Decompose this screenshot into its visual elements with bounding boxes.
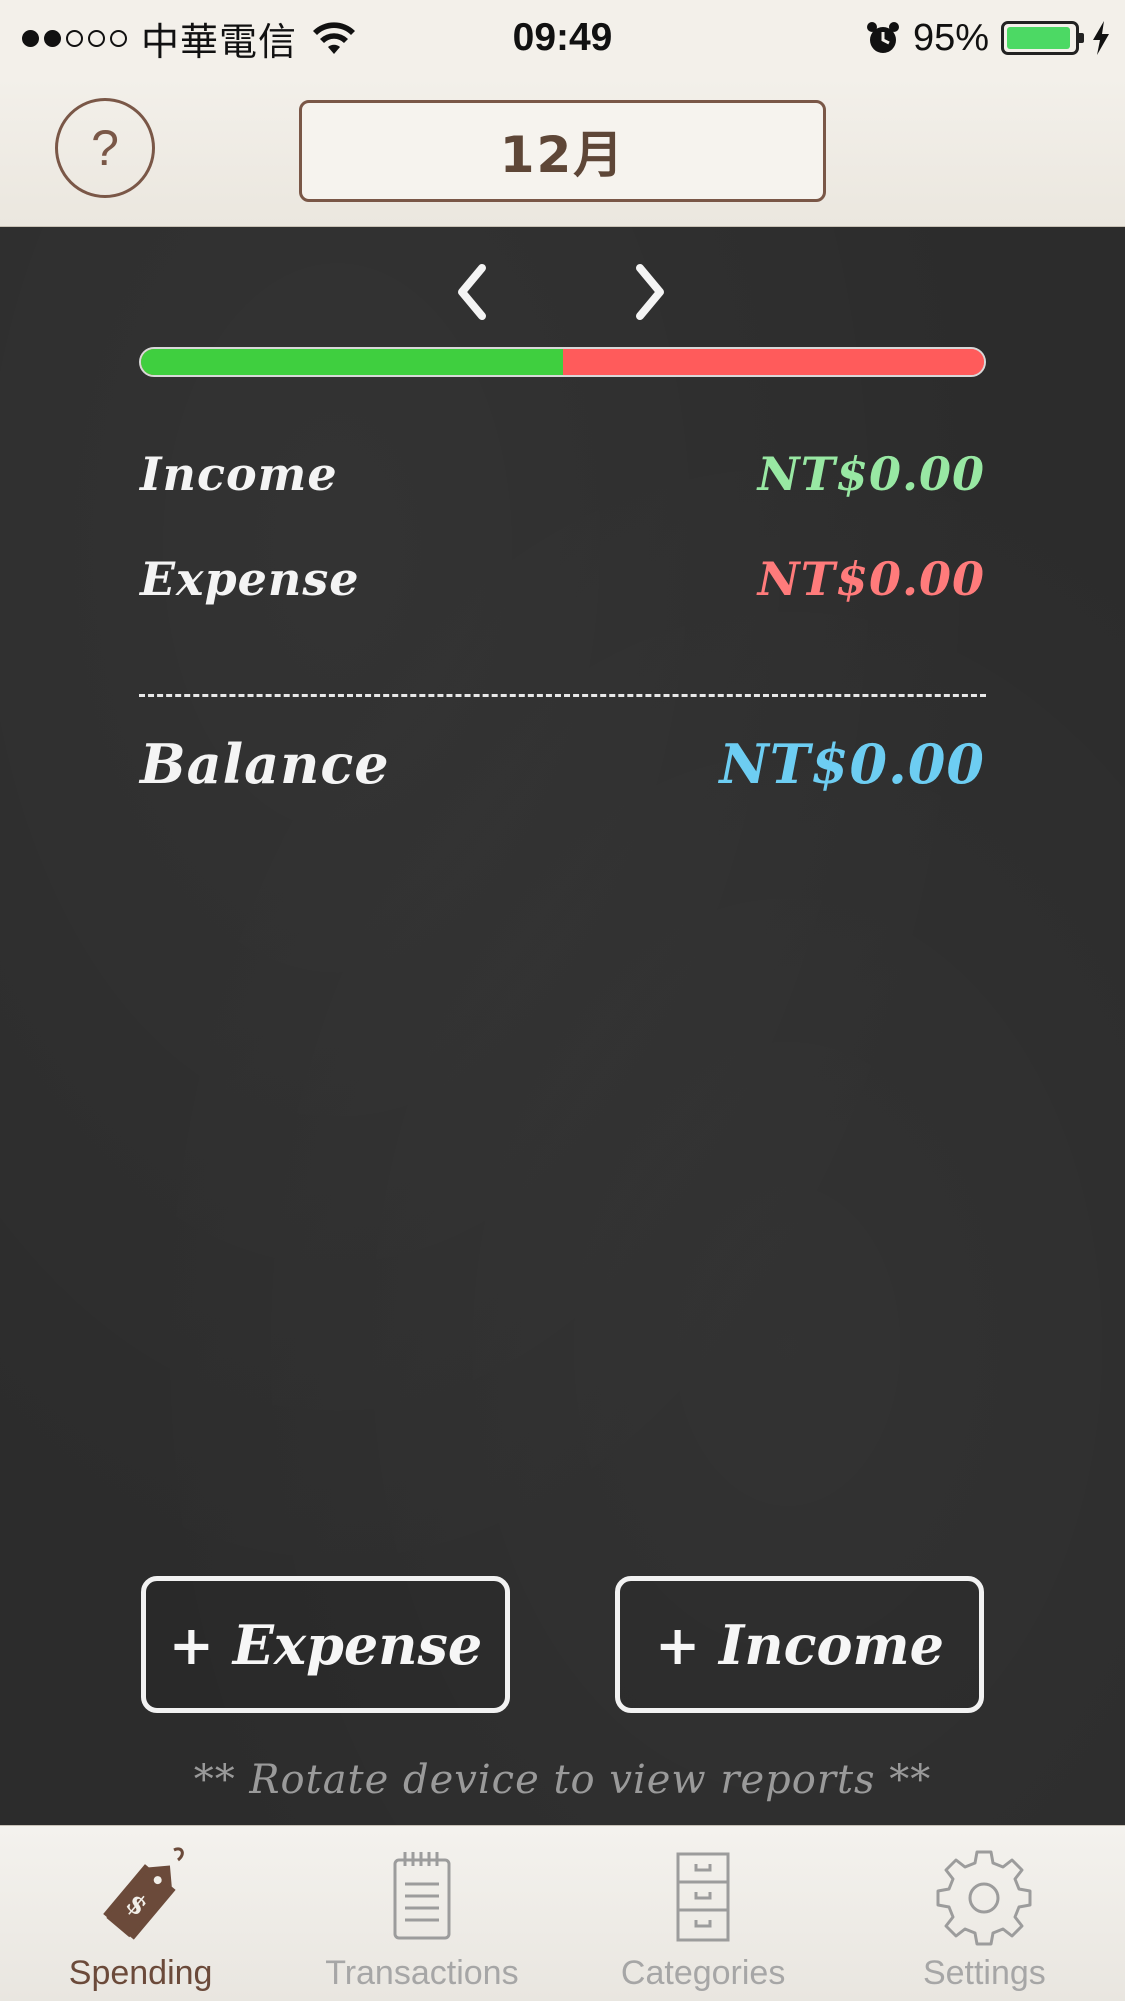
file-cabinet-icon — [676, 1852, 730, 1942]
add-income-button[interactable]: + Income — [615, 1576, 984, 1713]
price-tag-icon: $ — [102, 1847, 184, 1940]
tab-spending-label: Spending — [68, 1954, 213, 1992]
expense-label: Expense — [140, 552, 360, 606]
help-button[interactable]: ? — [55, 98, 155, 198]
tab-transactions-label: Transactions — [325, 1954, 519, 1992]
chevron-right-icon — [636, 264, 664, 320]
month-selector-button[interactable]: 12月 — [299, 100, 826, 202]
income-value: NT$0.00 — [757, 447, 985, 501]
alarm-clock-icon — [866, 22, 899, 53]
tab-transactions[interactable]: Transactions — [281, 1826, 562, 2001]
gear-icon — [936, 1850, 1032, 1946]
tab-spending[interactable]: $ Spending — [0, 1826, 281, 2001]
status-bar: 中華電信 09:49 95% — [0, 0, 1125, 76]
battery-level-fill — [1007, 27, 1070, 49]
tab-settings-label: Settings — [922, 1954, 1046, 1992]
balance-label: Balance — [140, 732, 390, 796]
notepad-icon — [393, 1852, 451, 1940]
income-label: Income — [140, 447, 338, 501]
ratio-income-segment — [141, 349, 563, 375]
next-month-button[interactable] — [620, 257, 680, 327]
tab-settings[interactable]: Settings — [844, 1826, 1125, 2001]
ratio-expense-segment — [562, 349, 984, 375]
summary-divider — [139, 694, 986, 697]
balance-value: NT$0.00 — [719, 732, 985, 796]
chalkboard-summary: Income NT$0.00 Expense NT$0.00 Balance N… — [0, 227, 1125, 1825]
chevron-left-icon — [458, 264, 486, 320]
battery-percent: 95% — [912, 16, 989, 59]
income-expense-ratio-bar — [139, 347, 986, 377]
header: ? 12月 — [0, 76, 1125, 227]
expense-value: NT$0.00 — [757, 552, 985, 606]
status-right: 95% — [865, 0, 1111, 76]
tab-bar: $ Spending Transactions Categories Setti… — [0, 1825, 1125, 2001]
battery-icon — [1001, 21, 1084, 55]
previous-month-button[interactable] — [442, 257, 502, 327]
charging-bolt-icon — [1093, 21, 1109, 55]
rotate-hint: ** Rotate device to view reports ** — [193, 1757, 932, 1803]
tab-categories-label: Categories — [620, 1954, 786, 1992]
tab-categories[interactable]: Categories — [563, 1826, 844, 2001]
add-expense-button[interactable]: + Expense — [141, 1576, 510, 1713]
